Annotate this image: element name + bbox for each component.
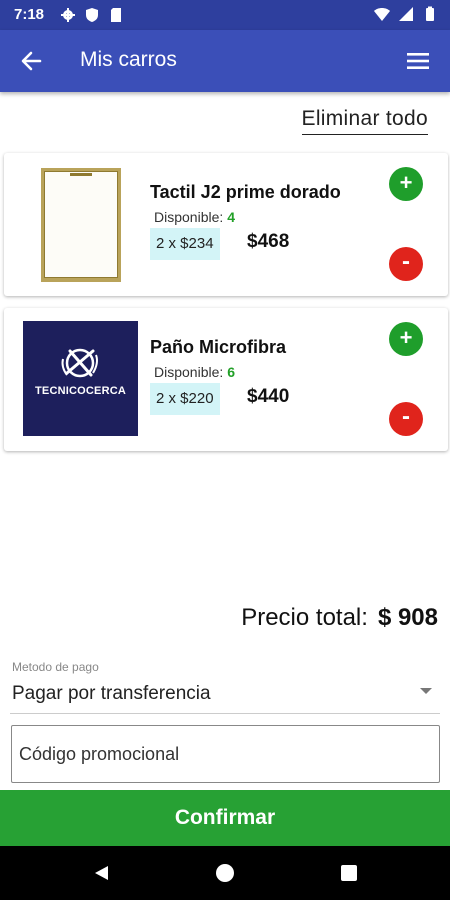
confirm-button[interactable]: Confirmar — [0, 790, 450, 846]
settings-icon — [61, 8, 75, 22]
item-subtotal: $468 — [247, 231, 290, 252]
clear-all-button[interactable]: Eliminar todo — [301, 107, 428, 135]
nav-recent-apps-icon[interactable] — [341, 865, 357, 881]
nav-back-icon[interactable] — [92, 864, 110, 882]
status-bar: 7:18 — [0, 0, 450, 30]
status-time: 7:18 — [14, 6, 45, 23]
total-value: $ 908 — [377, 604, 438, 631]
back-arrow-icon[interactable] — [18, 47, 46, 75]
availability-label: Disponible: — [154, 209, 224, 225]
item-name: Tactil J2 prime dorado — [150, 182, 341, 202]
divider — [10, 713, 440, 714]
page-title: Mis carros — [80, 48, 177, 71]
wifi-icon — [374, 8, 390, 21]
brand-logo: TECNICOCERCA — [23, 321, 138, 436]
availability-label: Disponible: — [154, 364, 224, 380]
item-name: Paño Microfibra — [150, 337, 287, 357]
app-bar: Mis carros — [0, 30, 450, 92]
cart-item: Tactil J2 prime dorado Disponible: 4 2 x … — [4, 153, 448, 296]
cart-item: TECNICOCERCA Paño Microfibra Disponible:… — [4, 308, 448, 451]
menu-icon[interactable] — [406, 50, 430, 72]
dropdown-arrow-icon[interactable] — [420, 688, 432, 694]
decrease-quantity-button[interactable]: - — [389, 402, 423, 436]
product-image: TECNICOCERCA — [23, 321, 138, 436]
logo-mark-icon — [61, 348, 98, 378]
navigation-bar — [0, 846, 450, 900]
total-label: Precio total: — [241, 604, 368, 631]
brand-name: TECNICOCERCA — [34, 385, 126, 397]
product-image — [23, 166, 138, 282]
battery-icon — [426, 6, 434, 21]
availability: Disponible: 6 — [154, 364, 235, 380]
total-price: Precio total: $ 908 — [241, 604, 438, 632]
touch-screen-image — [41, 168, 121, 282]
sd-card-icon — [111, 8, 121, 22]
payment-method-select[interactable]: Pagar por transferencia — [12, 683, 211, 705]
increase-quantity-button[interactable]: + — [389, 322, 423, 356]
quantity-price-badge: 2 x $234 — [150, 228, 220, 260]
item-subtotal: $440 — [247, 386, 290, 407]
availability: Disponible: 4 — [154, 209, 235, 225]
quantity-price-badge: 2 x $220 — [150, 383, 220, 415]
increase-quantity-button[interactable]: + — [389, 167, 423, 201]
promo-code-input[interactable] — [11, 725, 440, 783]
signal-icon — [399, 7, 413, 21]
payment-method-label: Metodo de pago — [12, 660, 99, 674]
availability-count: 4 — [227, 209, 236, 225]
nav-home-icon[interactable] — [216, 864, 234, 882]
shield-icon — [86, 8, 98, 22]
decrease-quantity-button[interactable]: - — [389, 247, 423, 281]
availability-count: 6 — [227, 364, 236, 380]
